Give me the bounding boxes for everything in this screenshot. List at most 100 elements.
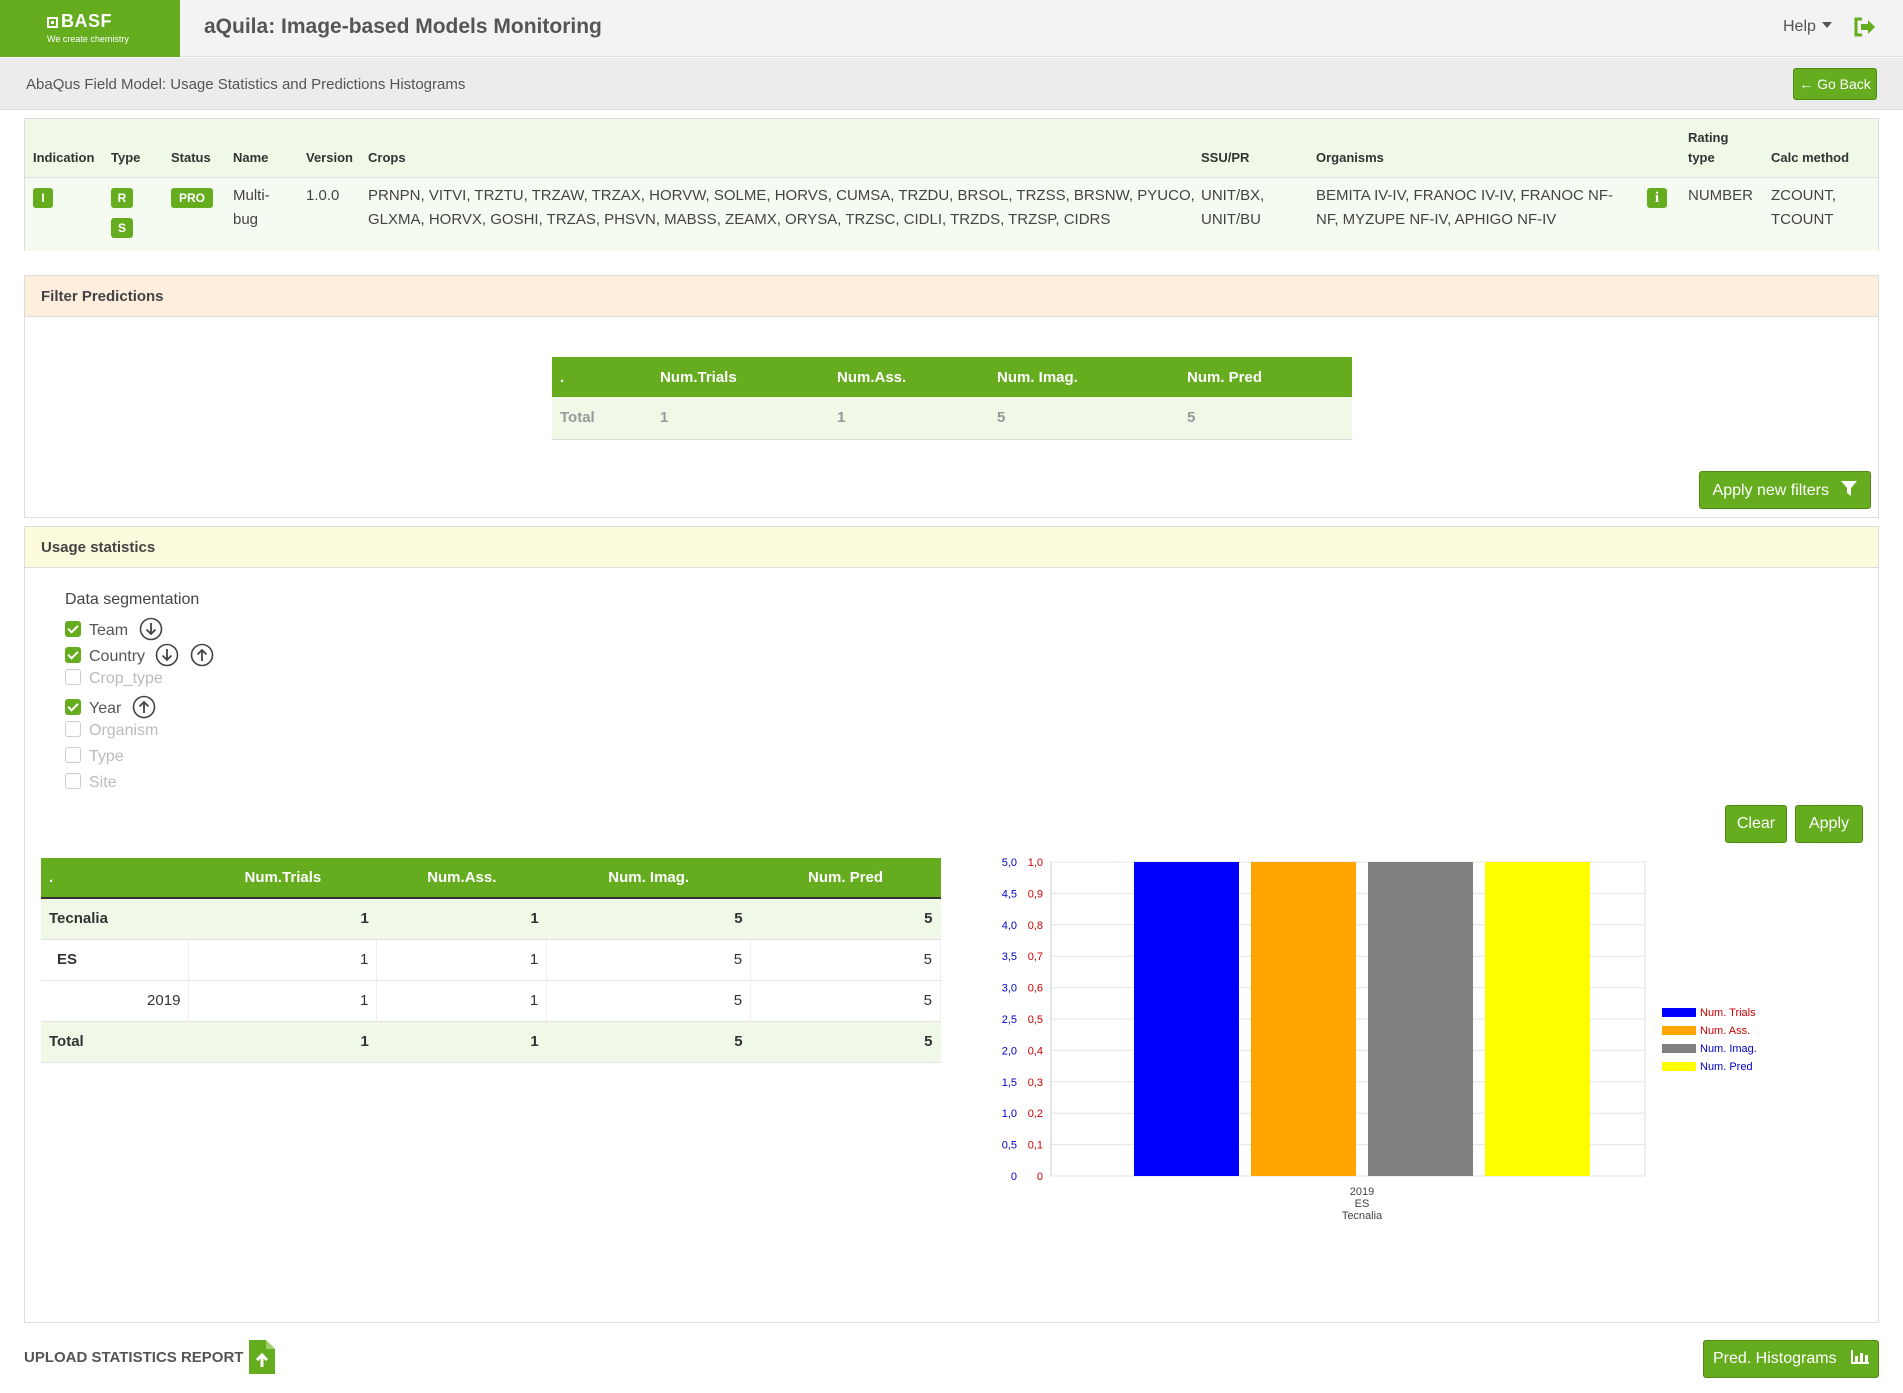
left-axis-tick-label: 2,5: [1002, 1014, 1017, 1026]
right-axis-tick-label: 0,4: [1028, 1045, 1043, 1057]
table-cell: 1: [188, 939, 378, 981]
table-cell: 5: [989, 397, 1179, 440]
table-row: ES 1 1 5 5: [41, 939, 941, 981]
x-category-label: Tecnalia: [1342, 1210, 1383, 1222]
table-cell: 5: [546, 939, 752, 981]
header-indication: Indication: [33, 150, 95, 165]
segment-label: Year: [89, 700, 122, 717]
site-checkbox[interactable]: [65, 773, 81, 789]
calc-method-line2: TCOUNT: [1771, 211, 1834, 228]
organism-checkbox[interactable]: [65, 721, 81, 737]
pred-histograms-button[interactable]: Pred. Histograms: [1703, 1340, 1879, 1378]
legend-label: Num. Pred: [1700, 1061, 1753, 1073]
header-name: Name: [233, 150, 269, 165]
row-label: Total: [41, 1021, 189, 1063]
segment-label: Country: [89, 648, 146, 665]
segment-team[interactable]: Team: [65, 617, 163, 641]
left-axis-tick-label: 4,0: [1002, 920, 1017, 932]
status-badge: PRO: [171, 188, 213, 208]
table-cell: 1: [376, 898, 547, 940]
col-header: Num. Pred: [1179, 357, 1352, 397]
header-calc-method: Calc method: [1771, 150, 1850, 165]
table-cell: 1: [376, 939, 548, 981]
left-axis-tick-label: 5,0: [1002, 857, 1017, 869]
clear-button[interactable]: Clear: [1725, 805, 1787, 843]
header-rating-type-line1: Rating: [1688, 130, 1729, 145]
table-cell: 5: [750, 898, 941, 940]
legend-swatch: [1662, 1026, 1696, 1035]
model-name-line2: bug: [233, 211, 259, 228]
bar-num-ass-: [1251, 862, 1356, 1176]
header-crops: Crops: [368, 150, 406, 165]
go-back-button[interactable]: ← Go Back: [1793, 68, 1877, 100]
info-icon[interactable]: i: [1647, 188, 1667, 208]
page-title: AbaQus Field Model: Usage Statistics and…: [26, 76, 466, 93]
brand-tagline: We create chemistry: [47, 34, 129, 44]
legend-label: Num. Ass.: [1700, 1025, 1750, 1037]
header-ssu-pr: SSU/PR: [1201, 150, 1250, 165]
right-axis-tick-label: 0,2: [1028, 1108, 1043, 1120]
file-upload-icon[interactable]: [249, 1340, 275, 1374]
type-checkbox[interactable]: [65, 747, 81, 763]
segment-label: Team: [89, 622, 129, 639]
arrow-down-circle-icon[interactable]: [155, 643, 179, 667]
segment-label: Site: [89, 774, 117, 791]
data-segmentation-title: Data segmentation: [65, 591, 200, 608]
table-row: Tecnalia 1 1 5 5: [41, 898, 941, 940]
table-cell: 1: [188, 898, 377, 940]
table-cell: 1: [652, 397, 829, 440]
bar-num-trials: [1134, 862, 1239, 1176]
left-axis-tick-label: 2,0: [1002, 1045, 1017, 1057]
right-axis-tick-label: 0,3: [1028, 1077, 1043, 1089]
country-checkbox[interactable]: [65, 647, 81, 663]
row-label: 2019: [41, 980, 190, 1022]
apply-button[interactable]: Apply: [1795, 805, 1863, 843]
left-axis-tick-label: 1,5: [1002, 1077, 1017, 1089]
legend-swatch: [1662, 1044, 1696, 1053]
ssu-pr-line1: UNIT/BX,: [1201, 187, 1265, 204]
caret-down-icon: [1821, 22, 1832, 28]
brand-text: BASF: [61, 11, 112, 31]
segment-year[interactable]: Year: [65, 695, 156, 719]
segment-crop-type[interactable]: Crop_type: [65, 669, 163, 691]
right-axis-tick-label: 0,1: [1028, 1140, 1043, 1152]
bar-num-pred: [1485, 862, 1590, 1176]
segment-type[interactable]: Type: [65, 747, 124, 769]
usage-statistics-table: . Num.Trials Num.Ass. Num. Imag. Num. Pr…: [41, 858, 941, 1063]
filter-icon: [1841, 480, 1858, 496]
segment-label: Crop_type: [89, 670, 163, 687]
left-axis-tick-label: 3,5: [1002, 951, 1017, 963]
left-axis-tick-label: 1,0: [1002, 1108, 1017, 1120]
model-info-row: I R S PRO Multi- bug 1.0.0 PRNPN, VITVI,…: [25, 177, 1878, 251]
header-version: Version: [306, 150, 353, 165]
apply-new-filters-label: Apply new filters: [1712, 481, 1830, 499]
x-category-label: ES: [1355, 1198, 1370, 1210]
ssu-pr-line2: UNIT/BU: [1201, 211, 1261, 228]
brand-square-icon: [47, 17, 58, 28]
segment-country[interactable]: Country: [65, 643, 214, 667]
col-header: Num. Pred: [750, 858, 941, 899]
header-type: Type: [111, 150, 141, 165]
help-menu[interactable]: Help: [1783, 18, 1832, 36]
team-checkbox[interactable]: [65, 621, 81, 637]
arrow-up-circle-icon[interactable]: [132, 695, 156, 719]
basf-logo[interactable]: BASF We create chemistry: [0, 0, 180, 57]
table-cell: 5: [546, 898, 751, 940]
arrow-down-circle-icon[interactable]: [139, 617, 163, 641]
apply-new-filters-button[interactable]: Apply new filters: [1699, 471, 1871, 509]
right-axis-tick-label: 0,9: [1028, 888, 1043, 900]
segment-site[interactable]: Site: [65, 773, 117, 795]
year-checkbox[interactable]: [65, 699, 81, 715]
pred-histograms-label: Pred. Histograms: [1712, 1350, 1837, 1367]
filter-summary-table: . Num.Trials Num.Ass. Num. Imag. Num. Pr…: [552, 357, 1352, 440]
help-label: Help: [1783, 18, 1816, 35]
logout-icon[interactable]: [1853, 16, 1877, 38]
filter-predictions-title: Filter Predictions: [25, 276, 1878, 317]
arrow-up-circle-icon[interactable]: [190, 643, 214, 667]
crop-type-checkbox[interactable]: [65, 669, 81, 685]
segment-organism[interactable]: Organism: [65, 721, 158, 743]
right-axis-tick-label: 0,6: [1028, 983, 1043, 995]
crops-line2: GLXMA, HORVX, GOSHI, TRZAS, PHSVN, MABSS…: [368, 211, 1111, 228]
model-name-line1: Multi-: [233, 187, 270, 204]
table-cell: 5: [1179, 397, 1352, 440]
